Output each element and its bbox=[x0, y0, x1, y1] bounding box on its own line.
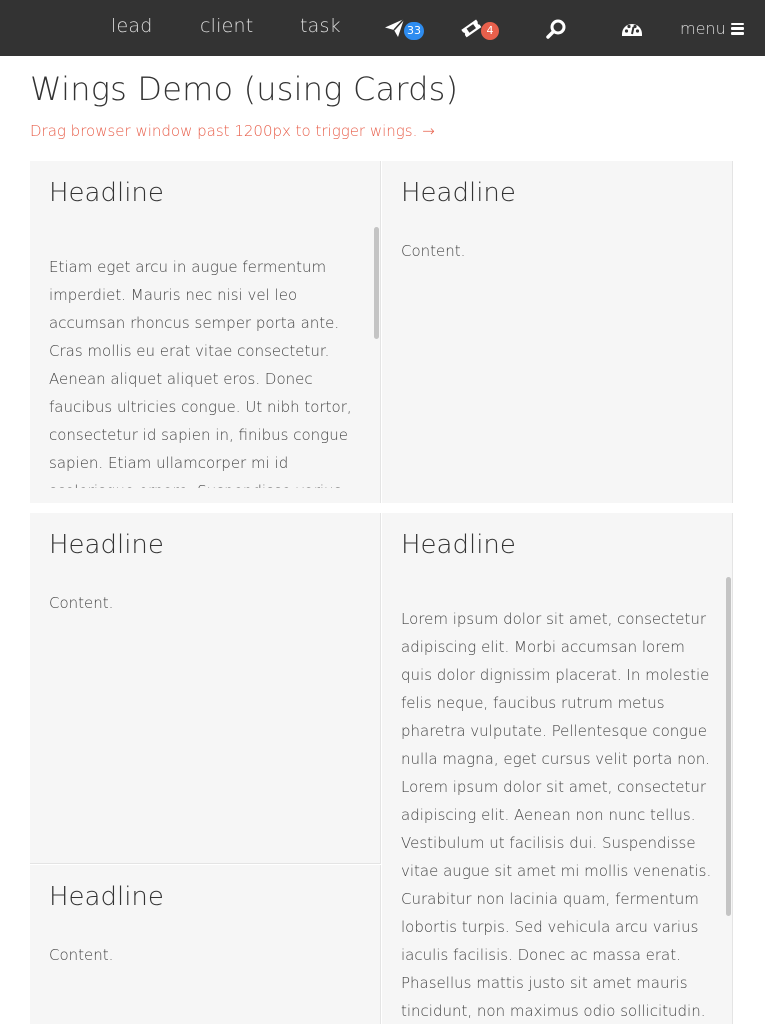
nav-link-task[interactable]: task bbox=[300, 15, 341, 37]
top-nav-bar: lead client task 33 4 menu bbox=[0, 0, 765, 56]
card-headline: Headline bbox=[49, 882, 164, 912]
card-scrollbar[interactable] bbox=[374, 227, 379, 339]
card-headline: Headline bbox=[401, 530, 516, 560]
card-headline: Headline bbox=[49, 178, 164, 208]
card-headline: Headline bbox=[401, 178, 516, 208]
card-content: Content. bbox=[49, 946, 114, 964]
card-content: Etiam eget arcu in augue fermentum imper… bbox=[49, 258, 352, 488]
card-content: Content. bbox=[401, 242, 466, 260]
card: Headline Content. bbox=[382, 161, 733, 503]
card-content: Lorem ipsum dolor sit amet, consectetur … bbox=[401, 610, 712, 1020]
card: Headline Content. bbox=[30, 513, 381, 864]
card: Headline Etiam eget arcu in augue fermen… bbox=[30, 161, 381, 503]
dashboard-icon[interactable] bbox=[620, 17, 644, 41]
card-content: Content. bbox=[49, 594, 114, 612]
page-subtitle-link[interactable]: Drag browser window past 1200px to trigg… bbox=[30, 122, 435, 140]
card-scrollbar[interactable] bbox=[726, 577, 731, 916]
nav-link-lead[interactable]: lead bbox=[111, 15, 152, 37]
menu-label: menu bbox=[680, 19, 726, 38]
nav-link-client[interactable]: client bbox=[200, 15, 253, 37]
send-count-badge: 33 bbox=[404, 22, 424, 40]
cards-grid: Headline Etiam eget arcu in augue fermen… bbox=[30, 161, 733, 1024]
page-title: Wings Demo (using Cards) bbox=[30, 70, 459, 108]
card-headline: Headline bbox=[49, 530, 164, 560]
search-icon[interactable] bbox=[545, 17, 569, 41]
card: Headline Content. bbox=[30, 865, 381, 1024]
ticket-icon[interactable] bbox=[459, 16, 483, 40]
card: Headline Lorem ipsum dolor sit amet, con… bbox=[382, 513, 733, 1024]
menu-button[interactable]: menu bbox=[680, 19, 744, 38]
ticket-count-badge: 4 bbox=[481, 22, 499, 40]
hamburger-icon bbox=[730, 22, 744, 35]
